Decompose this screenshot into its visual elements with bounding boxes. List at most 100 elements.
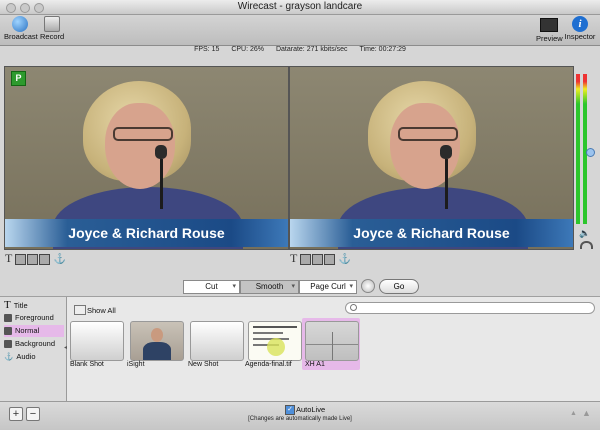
layer-icon[interactable] — [312, 253, 324, 265]
record-label: Record — [40, 32, 65, 41]
layer-icon[interactable] — [324, 253, 336, 265]
speaker-glasses — [398, 127, 458, 141]
layer-normal[interactable]: Normal — [4, 325, 64, 337]
layer-label: Audio — [16, 352, 36, 361]
shot-label: XH A1 — [305, 361, 325, 368]
preview-button[interactable]: Preview — [536, 16, 563, 43]
autolive-checkbox[interactable]: ✓ — [285, 405, 295, 415]
shot-thumbnail-agenda[interactable] — [248, 321, 302, 361]
layer-icon — [4, 314, 12, 323]
doc-line — [253, 326, 297, 328]
audio-icon[interactable]: ⚓ — [54, 254, 66, 265]
bottom-bar: + − ✓ AutoLive [Changes are automaticall… — [0, 401, 600, 430]
window-title: Wirecast - grayson landcare — [237, 1, 363, 12]
chevron-down-icon: ▾ — [232, 283, 236, 290]
audio-icon[interactable]: ⚓ — [339, 254, 351, 265]
monitor-icon — [540, 18, 558, 32]
title-icon[interactable]: T — [5, 251, 12, 265]
small-mountain-icon: ▲ — [570, 410, 577, 417]
shot-label: Agenda-final.tif — [245, 361, 292, 368]
live-layer-icons: T ⚓ — [290, 251, 351, 265]
transition-speed-icon[interactable] — [361, 279, 375, 293]
pole — [332, 332, 333, 360]
shot-thumbnail-blank[interactable] — [70, 321, 124, 361]
headphones-icon[interactable] — [580, 241, 593, 249]
preview-badge: P — [11, 71, 26, 86]
audio-meter-left — [576, 74, 580, 224]
layer-icon[interactable] — [39, 253, 51, 265]
transition-cut-label: Cut — [205, 282, 218, 291]
layer-icon[interactable] — [15, 253, 27, 265]
broadcast-label: Broadcast — [4, 32, 38, 41]
autolive-label: AutoLive — [296, 405, 326, 414]
layer-label: Foreground — [15, 313, 54, 322]
broadcast-icon — [12, 16, 28, 32]
layer-foreground[interactable]: Foreground — [4, 312, 64, 324]
audio-icon: ⚓ — [4, 352, 14, 361]
doc-logo — [267, 338, 285, 356]
time-readout: Time: 00:27:29 — [359, 46, 406, 53]
title-bar: Wirecast - grayson landcare — [0, 0, 600, 15]
title-icon[interactable]: T — [290, 251, 297, 265]
layer-icon — [4, 327, 12, 336]
info-icon: i — [572, 16, 588, 32]
shot-label: New Shot — [188, 361, 219, 368]
layer-title[interactable]: T Title — [4, 299, 64, 311]
audio-meter — [575, 74, 595, 224]
cpu-readout: CPU: 26% — [231, 46, 264, 53]
doc-line — [253, 332, 283, 334]
transition-cut[interactable]: Cut ▾ — [183, 280, 240, 294]
large-mountain-icon: ▲ — [582, 408, 591, 418]
layer-background[interactable]: Background — [4, 338, 64, 350]
transition-page-curl-label: Page Curl — [310, 282, 346, 291]
record-icon — [44, 16, 60, 32]
layers-panel: T Title Foreground Normal Background ⚓ Aud… — [0, 297, 67, 401]
mic-stand — [160, 159, 163, 209]
layer-icon[interactable] — [300, 253, 312, 265]
go-button[interactable]: Go — [379, 279, 419, 294]
shot-thumbnail-isight[interactable] — [130, 321, 184, 361]
microphone — [155, 145, 167, 159]
person-body — [143, 342, 171, 360]
autolive-note: [Changes are automatically made Live] — [248, 416, 352, 422]
datarate-readout: Datarate: 271 kbits/sec — [275, 46, 348, 53]
fps-readout: FPS: 15 — [194, 46, 220, 53]
mic-stand — [445, 159, 448, 209]
inspector-label: Inspector — [564, 32, 596, 41]
chevron-down-icon: ▾ — [349, 283, 353, 290]
broadcast-button[interactable]: Broadcast — [4, 16, 38, 41]
transition-smooth-label: Smooth — [255, 282, 284, 291]
layer-label: Normal — [15, 326, 40, 335]
show-all-toggle[interactable]: Show All — [87, 306, 116, 315]
shot-thumbnail-xha1[interactable] — [305, 321, 359, 361]
layer-icon — [4, 340, 12, 349]
preview-layer-icons: T ⚓ — [5, 251, 66, 265]
status-stats: FPS: 15 CPU: 26% Datarate: 271 kbits/sec… — [0, 46, 600, 58]
layer-label: Background — [15, 339, 56, 348]
shot-label: iSight — [127, 361, 145, 368]
layer-audio[interactable]: ⚓ Audio — [4, 351, 64, 363]
preview-label: Preview — [536, 34, 563, 43]
transition-page-curl[interactable]: Page Curl ▾ — [299, 280, 357, 294]
preview-monitor[interactable]: Joyce & Richard Rouse P — [4, 66, 289, 250]
title-icon: T — [4, 299, 11, 311]
shot-label: Blank Shot — [70, 361, 104, 368]
chevron-down-icon: ▾ — [291, 283, 295, 290]
live-monitor[interactable]: Joyce & Richard Rouse — [289, 66, 574, 250]
shot-thumbnail-new[interactable] — [190, 321, 244, 361]
shot-search-input[interactable] — [345, 302, 595, 314]
lower-third-title: Joyce & Richard Rouse — [290, 219, 573, 247]
toolbar: Broadcast Record Preview i Inspector — [0, 15, 600, 46]
microphone — [440, 145, 452, 159]
speaker-glasses — [113, 127, 173, 141]
layer-label: Title — [13, 301, 28, 310]
record-button[interactable]: Record — [40, 16, 64, 41]
volume-slider-knob[interactable] — [586, 148, 595, 157]
lower-third-title: Joyce & Richard Rouse — [5, 219, 288, 247]
layer-icon[interactable] — [27, 253, 39, 265]
person-head — [151, 328, 163, 342]
transition-smooth[interactable]: Smooth ▾ — [240, 280, 299, 294]
speaker-icon[interactable]: 🔈 — [579, 228, 590, 239]
inspector-button[interactable]: i Inspector — [564, 16, 596, 41]
grid-icon — [74, 305, 86, 315]
